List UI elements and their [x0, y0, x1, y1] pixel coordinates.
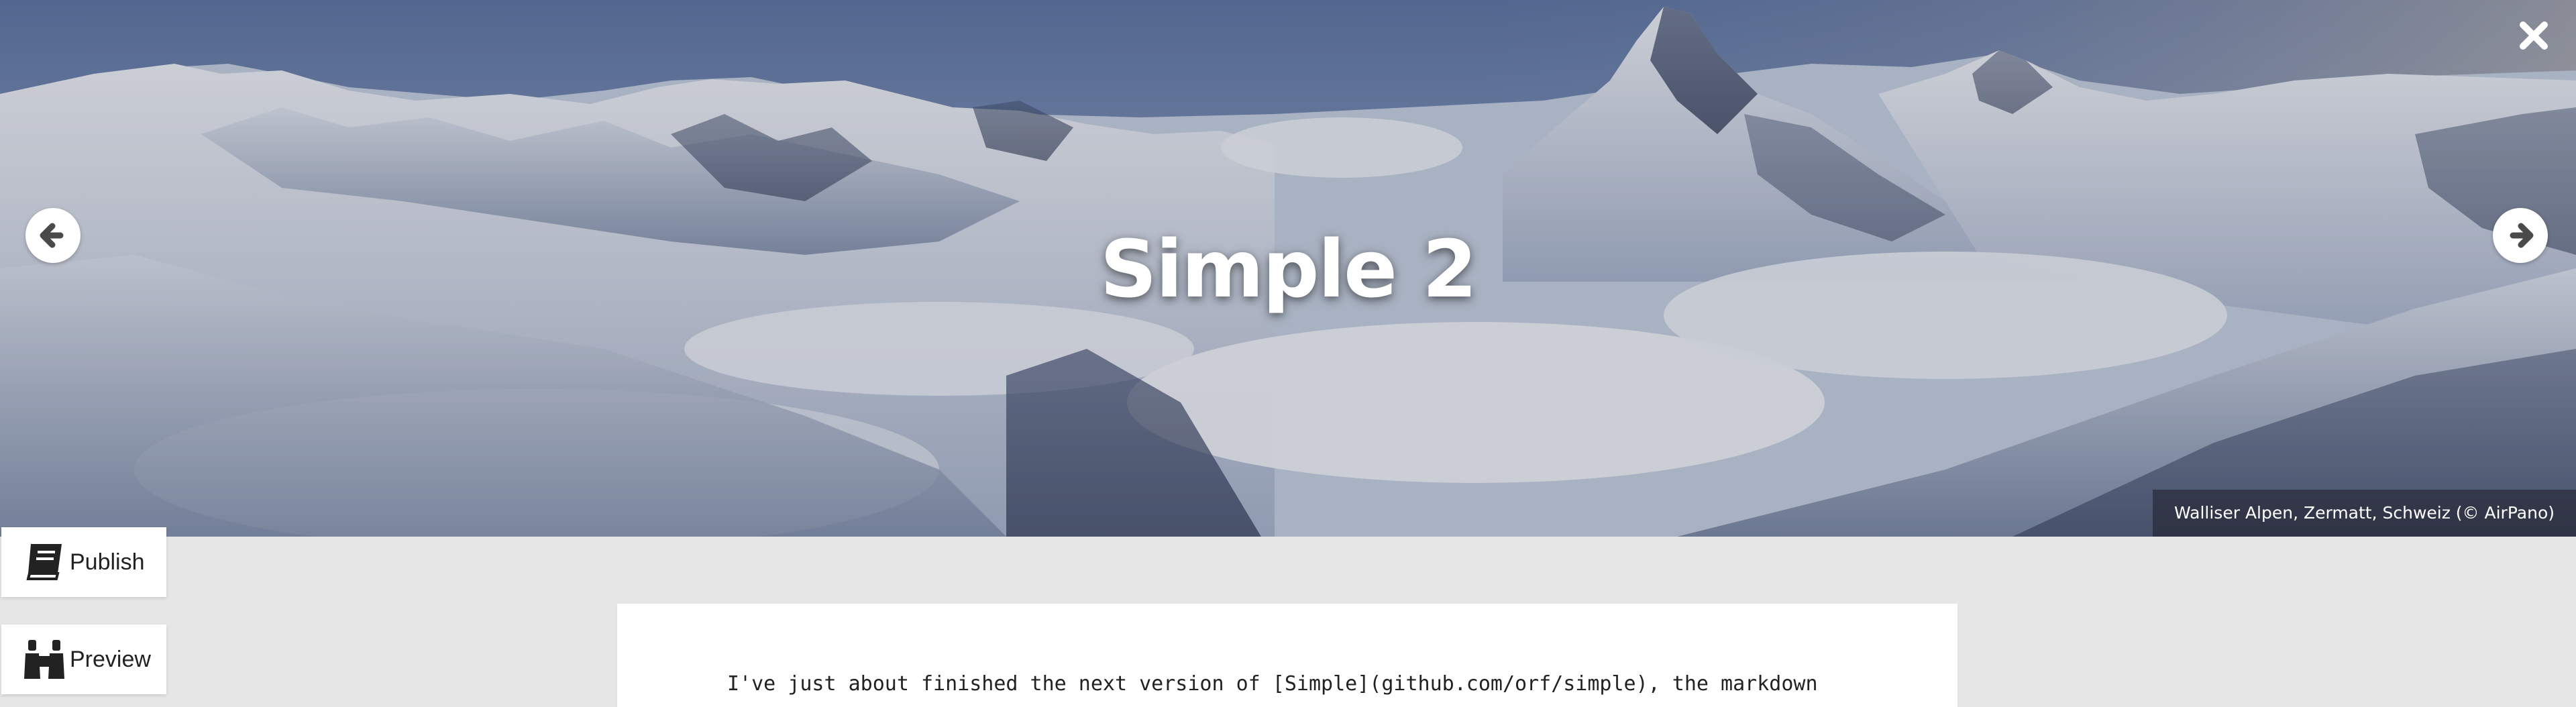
- close-x-icon: [2520, 21, 2548, 50]
- arrow-right-circle-icon: [2510, 223, 2534, 248]
- preview-button[interactable]: Preview: [1, 624, 166, 694]
- page-title[interactable]: Simple 2: [0, 223, 2576, 315]
- binoculars-icon: [24, 640, 64, 679]
- hero-banner: Simple 2 Walliser Alpen, Zermatt, Schwei…: [0, 0, 2576, 537]
- preview-label: Preview: [70, 646, 151, 672]
- arrow-left-circle-icon: [40, 223, 64, 248]
- close-button[interactable]: [2517, 19, 2551, 52]
- book-icon: [26, 543, 62, 580]
- editor-text-line[interactable]: I've just about finished the next versio…: [727, 669, 1868, 699]
- image-caption: Walliser Alpen, Zermatt, Schweiz (© AirP…: [2153, 490, 2576, 537]
- markdown-editor[interactable]: I've just about finished the next versio…: [617, 604, 1957, 707]
- next-image-button[interactable]: [2493, 208, 2548, 263]
- publish-label: Publish: [70, 549, 145, 575]
- previous-image-button[interactable]: [25, 208, 80, 263]
- publish-button[interactable]: Publish: [1, 527, 166, 597]
